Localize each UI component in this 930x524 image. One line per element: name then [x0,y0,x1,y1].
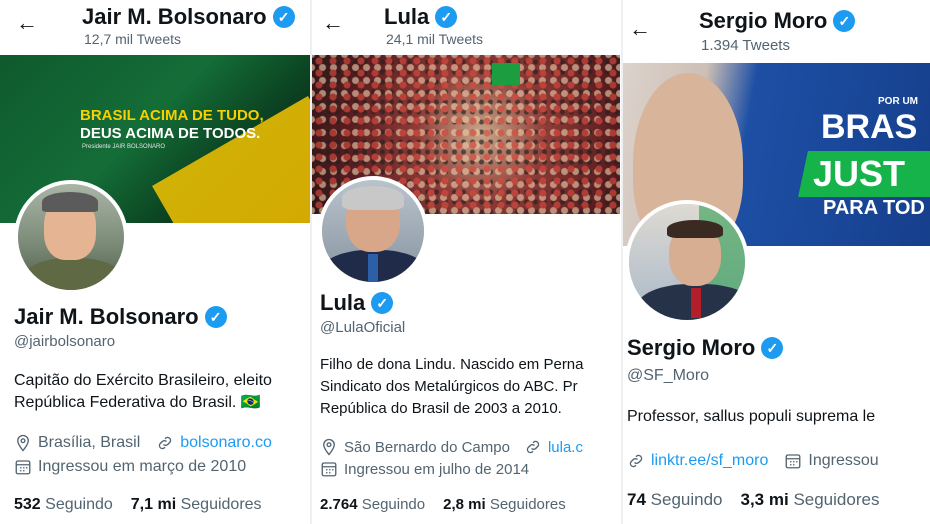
banner-flag-shape [492,63,520,85]
verified-badge-icon: ✓ [204,306,227,328]
banner-text-brasil: BRAS [821,108,918,146]
profile-panel-bolsonaro: ← Jair M. Bolsonaro ✓ 12,7 mil Tweets BR… [0,0,310,524]
link-icon [159,436,172,450]
verified-badge-icon: ✓ [272,6,295,28]
profile-name: Lula ✓ [320,290,394,316]
banner-text-line2: DEUS ACIMA DE TODOS. [80,125,261,142]
avatar-portrait [629,204,745,320]
location-text: Brasília, Brasil [38,434,141,451]
back-arrow-icon[interactable]: ← [629,18,651,40]
profile-meta-row1: linktr.ee/sf_moro Ingressou [627,452,879,470]
calendar-icon [785,454,801,469]
calendar-icon [15,460,31,475]
banner-text-line1: BRASIL ACIMA DE TUDO, [80,107,264,124]
follow-stats: 532 Seguindo 7,1 mi Seguidores [14,496,262,514]
profile-meta-row1: São Bernardo do Campo lula.c [320,438,583,456]
link-icon [629,454,643,468]
joined-date: Ingressou [808,452,879,469]
follow-stats: 2.764 Seguindo 2,8 mi Seguidores [320,496,566,513]
location-text: São Bernardo do Campo [344,438,510,456]
profile-meta-row1: Brasília, Brasil bolsonaro.co [14,434,272,452]
tweet-count: 24,1 mil Tweets [386,31,484,47]
location-pin-icon [17,434,29,452]
website-link[interactable]: linktr.ee/sf_moro [651,452,768,470]
joined-date: Ingressou em julho de 2014 [344,460,530,478]
profile-handle: @SF_Moro [627,367,710,384]
following-link[interactable]: 2.764 Seguindo [320,496,425,513]
avatar-portrait [322,180,424,282]
profile-panel-lula: ← Lula ✓ 24,1 mil Tweets Lula ✓ @LulaOfi… [310,0,620,524]
following-link[interactable]: 532 Seguindo [14,496,113,514]
banner-text-por-um: POR UM [878,96,918,107]
following-link[interactable]: 74 Seguindo [627,490,723,510]
verified-badge-icon: ✓ [435,6,458,28]
back-arrow-icon[interactable]: ← [322,12,344,34]
tweet-count: 1.394 Tweets [701,37,790,54]
link-icon [526,440,540,454]
profile-bio: Professor, sallus populi suprema le [627,408,876,425]
website-link[interactable]: bolsonaro.co [180,434,272,452]
avatar[interactable] [14,180,128,294]
header-name: Jair M. Bolsonaro ✓ [82,4,295,30]
avatar-portrait [18,184,124,290]
avatar[interactable] [625,200,749,324]
joined-date: Ingressou em março de 2010 [38,458,247,475]
location-pin-icon [323,438,335,456]
followers-link[interactable]: 7,1 mi Seguidores [131,496,262,514]
profile-meta-row2: Ingressou em julho de 2014 [320,460,529,478]
verified-badge-icon: ✓ [833,10,856,32]
followers-link[interactable]: 3,3 mi Seguidores [741,490,880,510]
tweet-count: 12,7 mil Tweets [84,31,182,47]
banner-text-line3: Presidente JAIR BOLSONARO [82,144,166,150]
profile-bio: Capitão do Exército Brasileiro, eleito R… [14,372,272,411]
profile-meta-row2: Ingressou em março de 2010 [14,458,246,476]
profile-handle: @LulaOficial [320,319,406,336]
followers-link[interactable]: 2,8 mi Seguidores [443,496,566,513]
profile-bio: Filho de dona Lindu. Nascido em Perna Si… [320,356,584,417]
header-name: Lula ✓ [384,4,458,30]
banner-text-para: PARA TOD [823,197,925,219]
banner-text-justo: JUST [798,151,930,197]
verified-badge-icon: ✓ [761,337,784,359]
profile-panel-moro: ← Sergio Moro ✓ 1.394 Tweets POR UM BRAS… [621,0,930,524]
avatar[interactable] [318,176,428,286]
profile-handle: @jairbolsonaro [14,333,116,350]
profile-name: Jair M. Bolsonaro ✓ [14,304,227,330]
calendar-icon [321,462,337,477]
follow-stats: 74 Seguindo 3,3 mi Seguidores [627,490,879,510]
profile-name: Sergio Moro ✓ [627,335,784,361]
verified-badge-icon: ✓ [371,292,394,314]
website-link[interactable]: lula.c [548,439,583,456]
header-name: Sergio Moro ✓ [699,8,856,34]
back-arrow-icon[interactable]: ← [16,12,38,34]
